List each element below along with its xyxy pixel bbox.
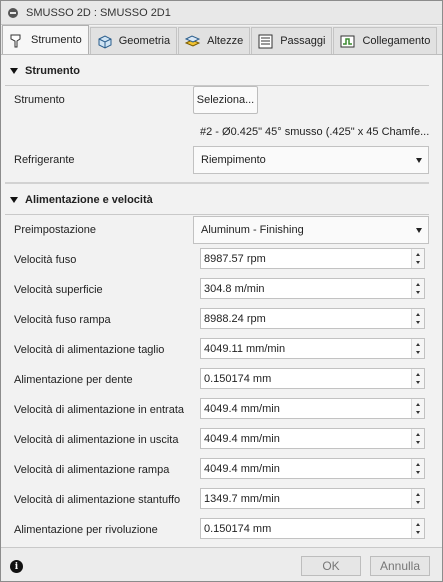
spinner-arrows-icon[interactable] <box>411 369 424 388</box>
field-value: 304.8 m/min <box>204 282 265 295</box>
tab-strumento[interactable]: Strumento <box>2 25 89 54</box>
field-label: Velocità di alimentazione taglio <box>14 344 165 356</box>
field-label: Velocità fuso <box>14 254 77 266</box>
preset-value: Aluminum - Finishing <box>201 224 304 236</box>
tab-collegamento[interactable]: Collegamento <box>333 27 438 54</box>
section-title: Alimentazione e velocità <box>25 194 153 206</box>
dialog-footer: i OK Annulla <box>1 547 442 581</box>
field-label: Velocità superficie <box>14 284 103 296</box>
tab-label: Altezze <box>207 35 244 47</box>
tab-altezze[interactable]: Altezze <box>178 27 251 54</box>
field-value: 4049.4 mm/min <box>204 462 280 475</box>
spinner-arrows-icon[interactable] <box>411 459 424 478</box>
coolant-value: Riempimento <box>201 154 266 166</box>
field-value: 4049.11 mm/min <box>204 342 286 355</box>
spinner-arrows-icon[interactable] <box>411 429 424 448</box>
ok-button[interactable]: OK <box>301 556 361 576</box>
field-value: 4049.4 mm/min <box>204 432 280 445</box>
settings-panel: Strumento Strumento Seleziona... #2 - Ø0… <box>1 56 442 546</box>
field-label: Velocità di alimentazione rampa <box>14 464 170 476</box>
tab-label: Geometria <box>118 35 171 47</box>
lead-in-feedrate-field[interactable]: 4049.4 mm/min <box>200 398 425 419</box>
cancel-button[interactable]: Annulla <box>370 556 430 576</box>
field-value: 4049.4 mm/min <box>204 402 280 415</box>
spinner-arrows-icon[interactable] <box>411 519 424 538</box>
spindle-speed-field[interactable]: 8987.57 rpm <box>200 248 425 269</box>
chevron-down-icon <box>10 68 18 74</box>
field-value: 8987.57 rpm <box>204 252 266 265</box>
preset-dropdown[interactable]: Aluminum - Finishing <box>193 216 429 244</box>
feed-per-tooth-field[interactable]: 0.150174 mm <box>200 368 425 389</box>
field-label: Alimentazione per dente <box>14 374 133 386</box>
feed-per-revolution-field[interactable]: 0.150174 mm <box>200 518 425 539</box>
tool-description: #2 - Ø0.425" 45° smusso (.425" x 45 Cham… <box>200 126 430 138</box>
chevron-down-icon <box>416 158 422 163</box>
select-tool-button[interactable]: Seleziona... <box>193 86 258 114</box>
field-label: Alimentazione per rivoluzione <box>14 524 158 536</box>
spinner-arrows-icon[interactable] <box>411 399 424 418</box>
tab-passaggi[interactable]: Passaggi <box>251 27 333 54</box>
tab-label: Collegamento <box>362 35 431 47</box>
tool-icon <box>10 34 21 47</box>
preset-label: Preimpostazione <box>14 224 96 236</box>
spinner-arrows-icon[interactable] <box>411 489 424 508</box>
divider <box>5 214 429 215</box>
ramp-feedrate-field[interactable]: 4049.4 mm/min <box>200 458 425 479</box>
tool-label: Strumento <box>14 94 65 106</box>
field-value: 0.150174 mm <box>204 372 272 385</box>
tab-label: Passaggi <box>280 35 326 47</box>
section-header-feed[interactable]: Alimentazione e velocità <box>1 186 442 214</box>
field-label: Velocità di alimentazione in uscita <box>14 434 179 446</box>
dialog-window: SMUSSO 2D : SMUSSO 2D1 Strumento Geometr… <box>0 0 443 582</box>
ramp-spindle-speed-field[interactable]: 8988.24 rpm <box>200 308 425 329</box>
spinner-arrows-icon[interactable] <box>411 249 424 268</box>
section-header-tool[interactable]: Strumento <box>1 57 442 85</box>
title-bar[interactable]: SMUSSO 2D : SMUSSO 2D1 <box>1 1 442 25</box>
field-value: 0.150174 mm <box>204 522 272 535</box>
spinner-arrows-icon[interactable] <box>411 309 424 328</box>
chevron-down-icon <box>416 228 422 233</box>
tab-geometria[interactable]: Geometria <box>89 27 178 54</box>
divider <box>5 182 429 184</box>
coolant-label: Refrigerante <box>14 154 75 166</box>
passes-icon <box>258 34 273 48</box>
linking-icon <box>340 35 355 47</box>
collapse-icon[interactable] <box>8 7 18 18</box>
cutting-feedrate-field[interactable]: 4049.11 mm/min <box>200 338 425 359</box>
plunge-feedrate-field[interactable]: 1349.7 mm/min <box>200 488 425 509</box>
heights-icon <box>184 34 201 47</box>
field-label: Velocità di alimentazione in entrata <box>14 404 184 416</box>
coolant-dropdown[interactable]: Riempimento <box>193 146 429 174</box>
field-value: 8988.24 rpm <box>204 312 266 325</box>
window-title: SMUSSO 2D : SMUSSO 2D1 <box>26 6 171 19</box>
surface-speed-field[interactable]: 304.8 m/min <box>200 278 425 299</box>
section-title: Strumento <box>25 65 80 77</box>
field-value: 1349.7 mm/min <box>204 492 280 505</box>
tab-bar: Strumento Geometria Altezze Passaggi Col… <box>1 25 442 55</box>
chevron-down-icon <box>10 197 18 203</box>
tab-label: Strumento <box>31 34 82 46</box>
field-label: Velocità di alimentazione stantuffo <box>14 494 181 506</box>
lead-out-feedrate-field[interactable]: 4049.4 mm/min <box>200 428 425 449</box>
field-label: Velocità fuso rampa <box>14 314 111 326</box>
spinner-arrows-icon[interactable] <box>411 279 424 298</box>
spinner-arrows-icon[interactable] <box>411 339 424 358</box>
geometry-cube-icon <box>98 34 112 49</box>
info-icon[interactable]: i <box>10 560 23 573</box>
